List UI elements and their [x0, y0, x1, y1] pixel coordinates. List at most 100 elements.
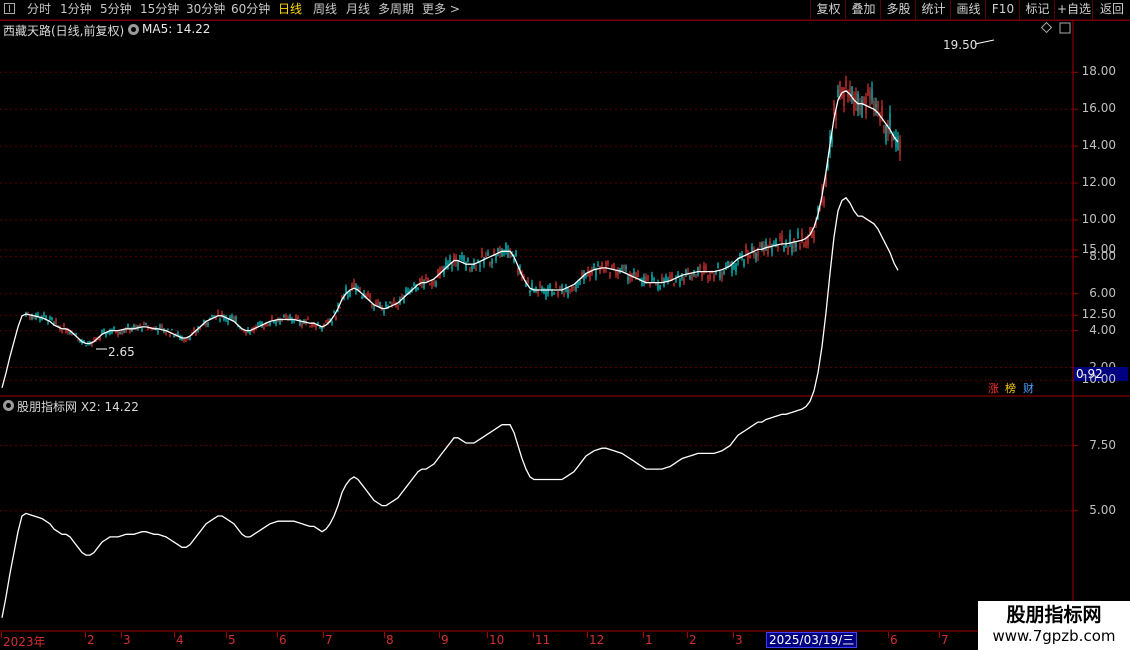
candle-body: [431, 281, 433, 288]
candle-body: [807, 236, 809, 245]
price-tick-label: 12.00: [1081, 175, 1116, 189]
price-tick-label: 18.00: [1081, 64, 1116, 79]
candle-body: [53, 322, 55, 324]
candle-body: [267, 325, 269, 327]
time-label: 6: [279, 633, 287, 647]
time-label: 4: [176, 633, 184, 647]
candle-body: [495, 255, 497, 261]
candle-body: [897, 136, 899, 150]
time-tick: [1, 632, 2, 638]
candle-body: [63, 324, 65, 327]
candle-body: [517, 268, 519, 274]
candle-body: [101, 330, 103, 334]
candle-body: [383, 310, 385, 314]
candle-body: [719, 271, 721, 279]
candle-body: [769, 241, 771, 247]
time-label: 1: [645, 633, 653, 647]
time-tick: [277, 632, 278, 638]
candle-body: [367, 291, 369, 296]
candle-body: [875, 103, 877, 108]
candle-body: [475, 268, 477, 271]
candle-body: [435, 282, 437, 287]
candle-body: [359, 287, 361, 290]
candle-body: [61, 331, 63, 334]
sub-toggle-icon[interactable]: [3, 400, 14, 411]
candle-body: [491, 258, 493, 265]
candle-body: [581, 271, 583, 276]
candle-body: [803, 244, 805, 248]
candle-body: [423, 282, 425, 288]
stock-title: 西藏天路(日线,前复权): [3, 24, 125, 38]
candle-body: [485, 255, 487, 258]
candle-body: [393, 299, 395, 302]
candle-body: [405, 288, 407, 294]
candle-body: [653, 278, 655, 280]
time-label: 11: [535, 633, 551, 647]
candle-body: [729, 263, 731, 265]
ma-toggle-icon[interactable]: [128, 24, 139, 35]
candle-body: [357, 287, 359, 290]
candle-body: [231, 315, 233, 319]
candle-body: [421, 278, 423, 285]
candle-body: [891, 136, 893, 142]
candle-body: [235, 316, 237, 322]
candle-body: [615, 271, 617, 276]
candle-body: [65, 329, 67, 334]
candle-body: [307, 318, 309, 320]
candle-body: [419, 278, 421, 283]
candle-body: [863, 96, 865, 104]
candle-body: [123, 330, 125, 333]
candle-body: [599, 265, 601, 273]
chart-canvas[interactable]: 19.50 2.65: [0, 0, 1130, 650]
high-label: 19.50: [943, 38, 977, 52]
candle-body: [567, 289, 569, 297]
diamond-icon[interactable]: [1040, 21, 1053, 34]
candle-body: [563, 293, 565, 295]
candle-body: [397, 305, 399, 308]
candle-body: [451, 266, 453, 269]
tag-2[interactable]: 财: [1022, 382, 1035, 395]
candle-body: [707, 275, 709, 280]
time-tick: [121, 632, 122, 638]
tag-0[interactable]: 涨: [987, 382, 1000, 395]
candle-body: [417, 287, 419, 290]
sub-tick-label: 5.00: [1089, 502, 1116, 517]
candle-body: [279, 319, 281, 325]
candle-body: [481, 250, 483, 258]
candle-body: [539, 283, 541, 288]
candle-body: [389, 301, 391, 304]
candle-body: [625, 266, 627, 269]
candle-body: [133, 325, 135, 329]
candle-body: [157, 330, 159, 333]
candle-body: [473, 259, 475, 266]
candle-body: [723, 270, 725, 274]
candle-body: [777, 246, 779, 248]
candle-body: [745, 244, 747, 252]
candle-body: [709, 274, 711, 280]
tag-1[interactable]: 榜: [1004, 382, 1017, 395]
time-label: 9: [441, 633, 449, 647]
candle-body: [595, 270, 597, 278]
candle-body: [193, 327, 195, 332]
candle-body: [609, 271, 611, 277]
candle-body: [597, 264, 599, 267]
candle-body: [121, 330, 123, 334]
panel-toggle-icon[interactable]: [1059, 22, 1071, 34]
candle-body: [333, 311, 335, 313]
time-tick: [939, 632, 940, 638]
candle-body: [105, 333, 107, 336]
candle-body: [49, 316, 51, 320]
candle-body: [375, 301, 377, 305]
time-tick: [174, 632, 175, 638]
candle-body: [159, 325, 161, 327]
candle-body: [287, 316, 289, 319]
price-tick-label: 10.00: [1081, 211, 1116, 226]
candle-body: [51, 317, 53, 321]
watermark-name: 股朋指标网: [1006, 604, 1102, 626]
sub-tick-label: 10.00: [1081, 372, 1116, 387]
candle-body: [469, 269, 471, 271]
candle-body: [529, 290, 531, 293]
time-tick: [323, 632, 324, 638]
price-tick-label: 14.00: [1081, 138, 1116, 153]
candle-body: [257, 323, 259, 325]
